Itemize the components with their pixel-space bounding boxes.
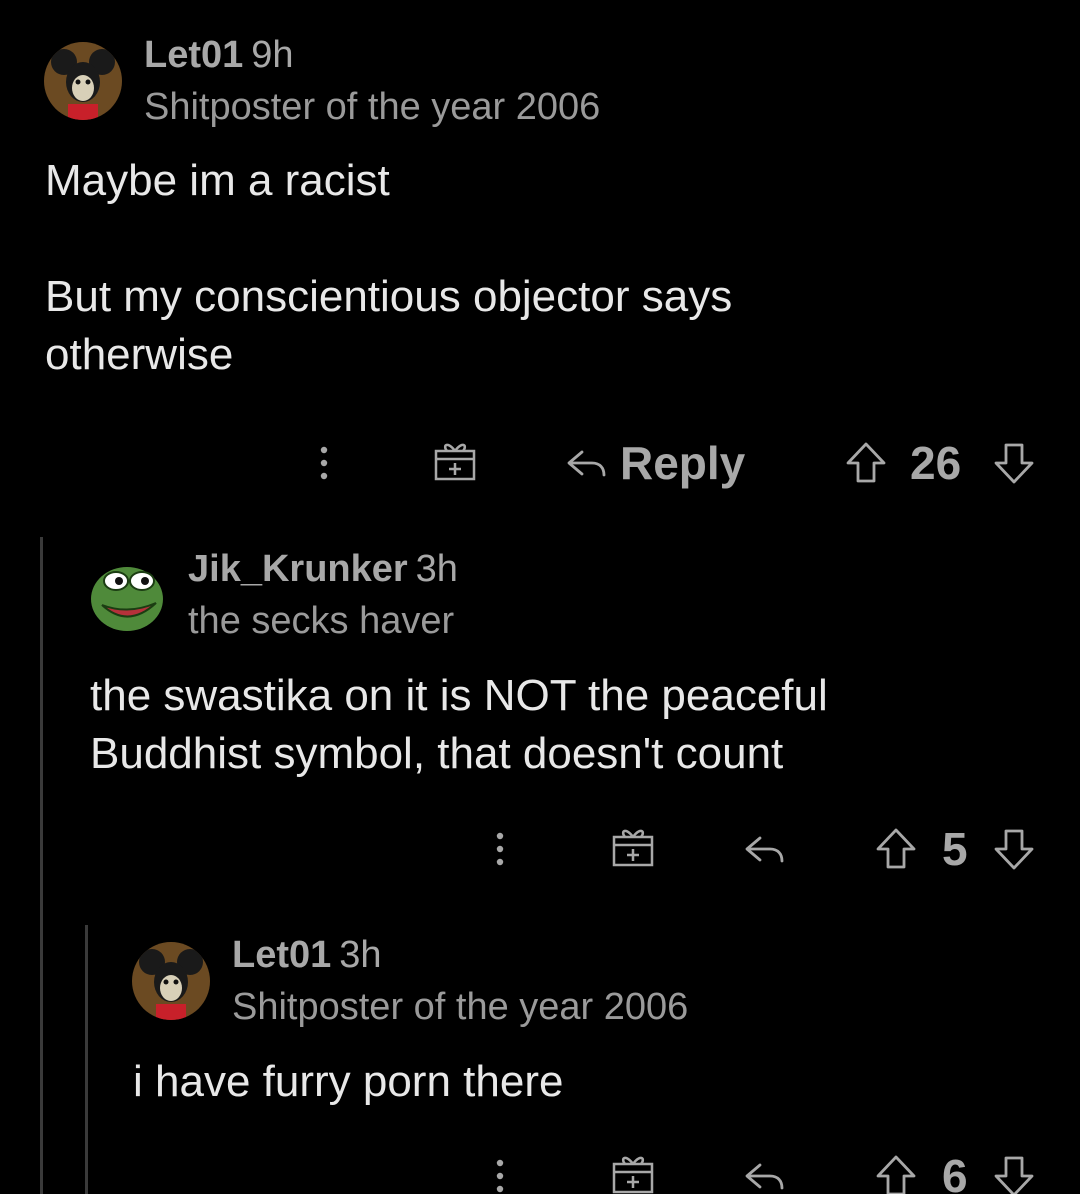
gift-icon xyxy=(612,1156,654,1194)
username-text[interactable]: Let01 xyxy=(232,934,331,976)
user-avatar[interactable] xyxy=(132,942,210,1020)
more-vertical-icon xyxy=(496,1159,504,1193)
reply-icon xyxy=(745,1163,784,1190)
more-options-button[interactable] xyxy=(482,1146,518,1194)
downvote-button[interactable] xyxy=(990,1146,1038,1194)
mickey-avatar-icon xyxy=(132,942,210,1020)
timestamp: 3h xyxy=(339,934,382,976)
comment-body: i have furry porn there xyxy=(133,1057,564,1106)
comment-3: Let01 3h Shitposter of the year 2006 i ha… xyxy=(0,0,1080,1194)
username[interactable]: Let01 3h xyxy=(232,934,382,977)
user-flair: Shitposter of the year 2006 xyxy=(232,986,689,1028)
upvote-arrow-icon xyxy=(876,1155,916,1194)
upvote-button[interactable] xyxy=(872,1146,920,1194)
score-value: 6 xyxy=(942,1150,968,1194)
downvote-arrow-icon xyxy=(994,1156,1034,1194)
award-button[interactable] xyxy=(608,1146,658,1194)
reply-button[interactable] xyxy=(742,1146,786,1194)
vote-score: 6 xyxy=(942,1146,968,1194)
